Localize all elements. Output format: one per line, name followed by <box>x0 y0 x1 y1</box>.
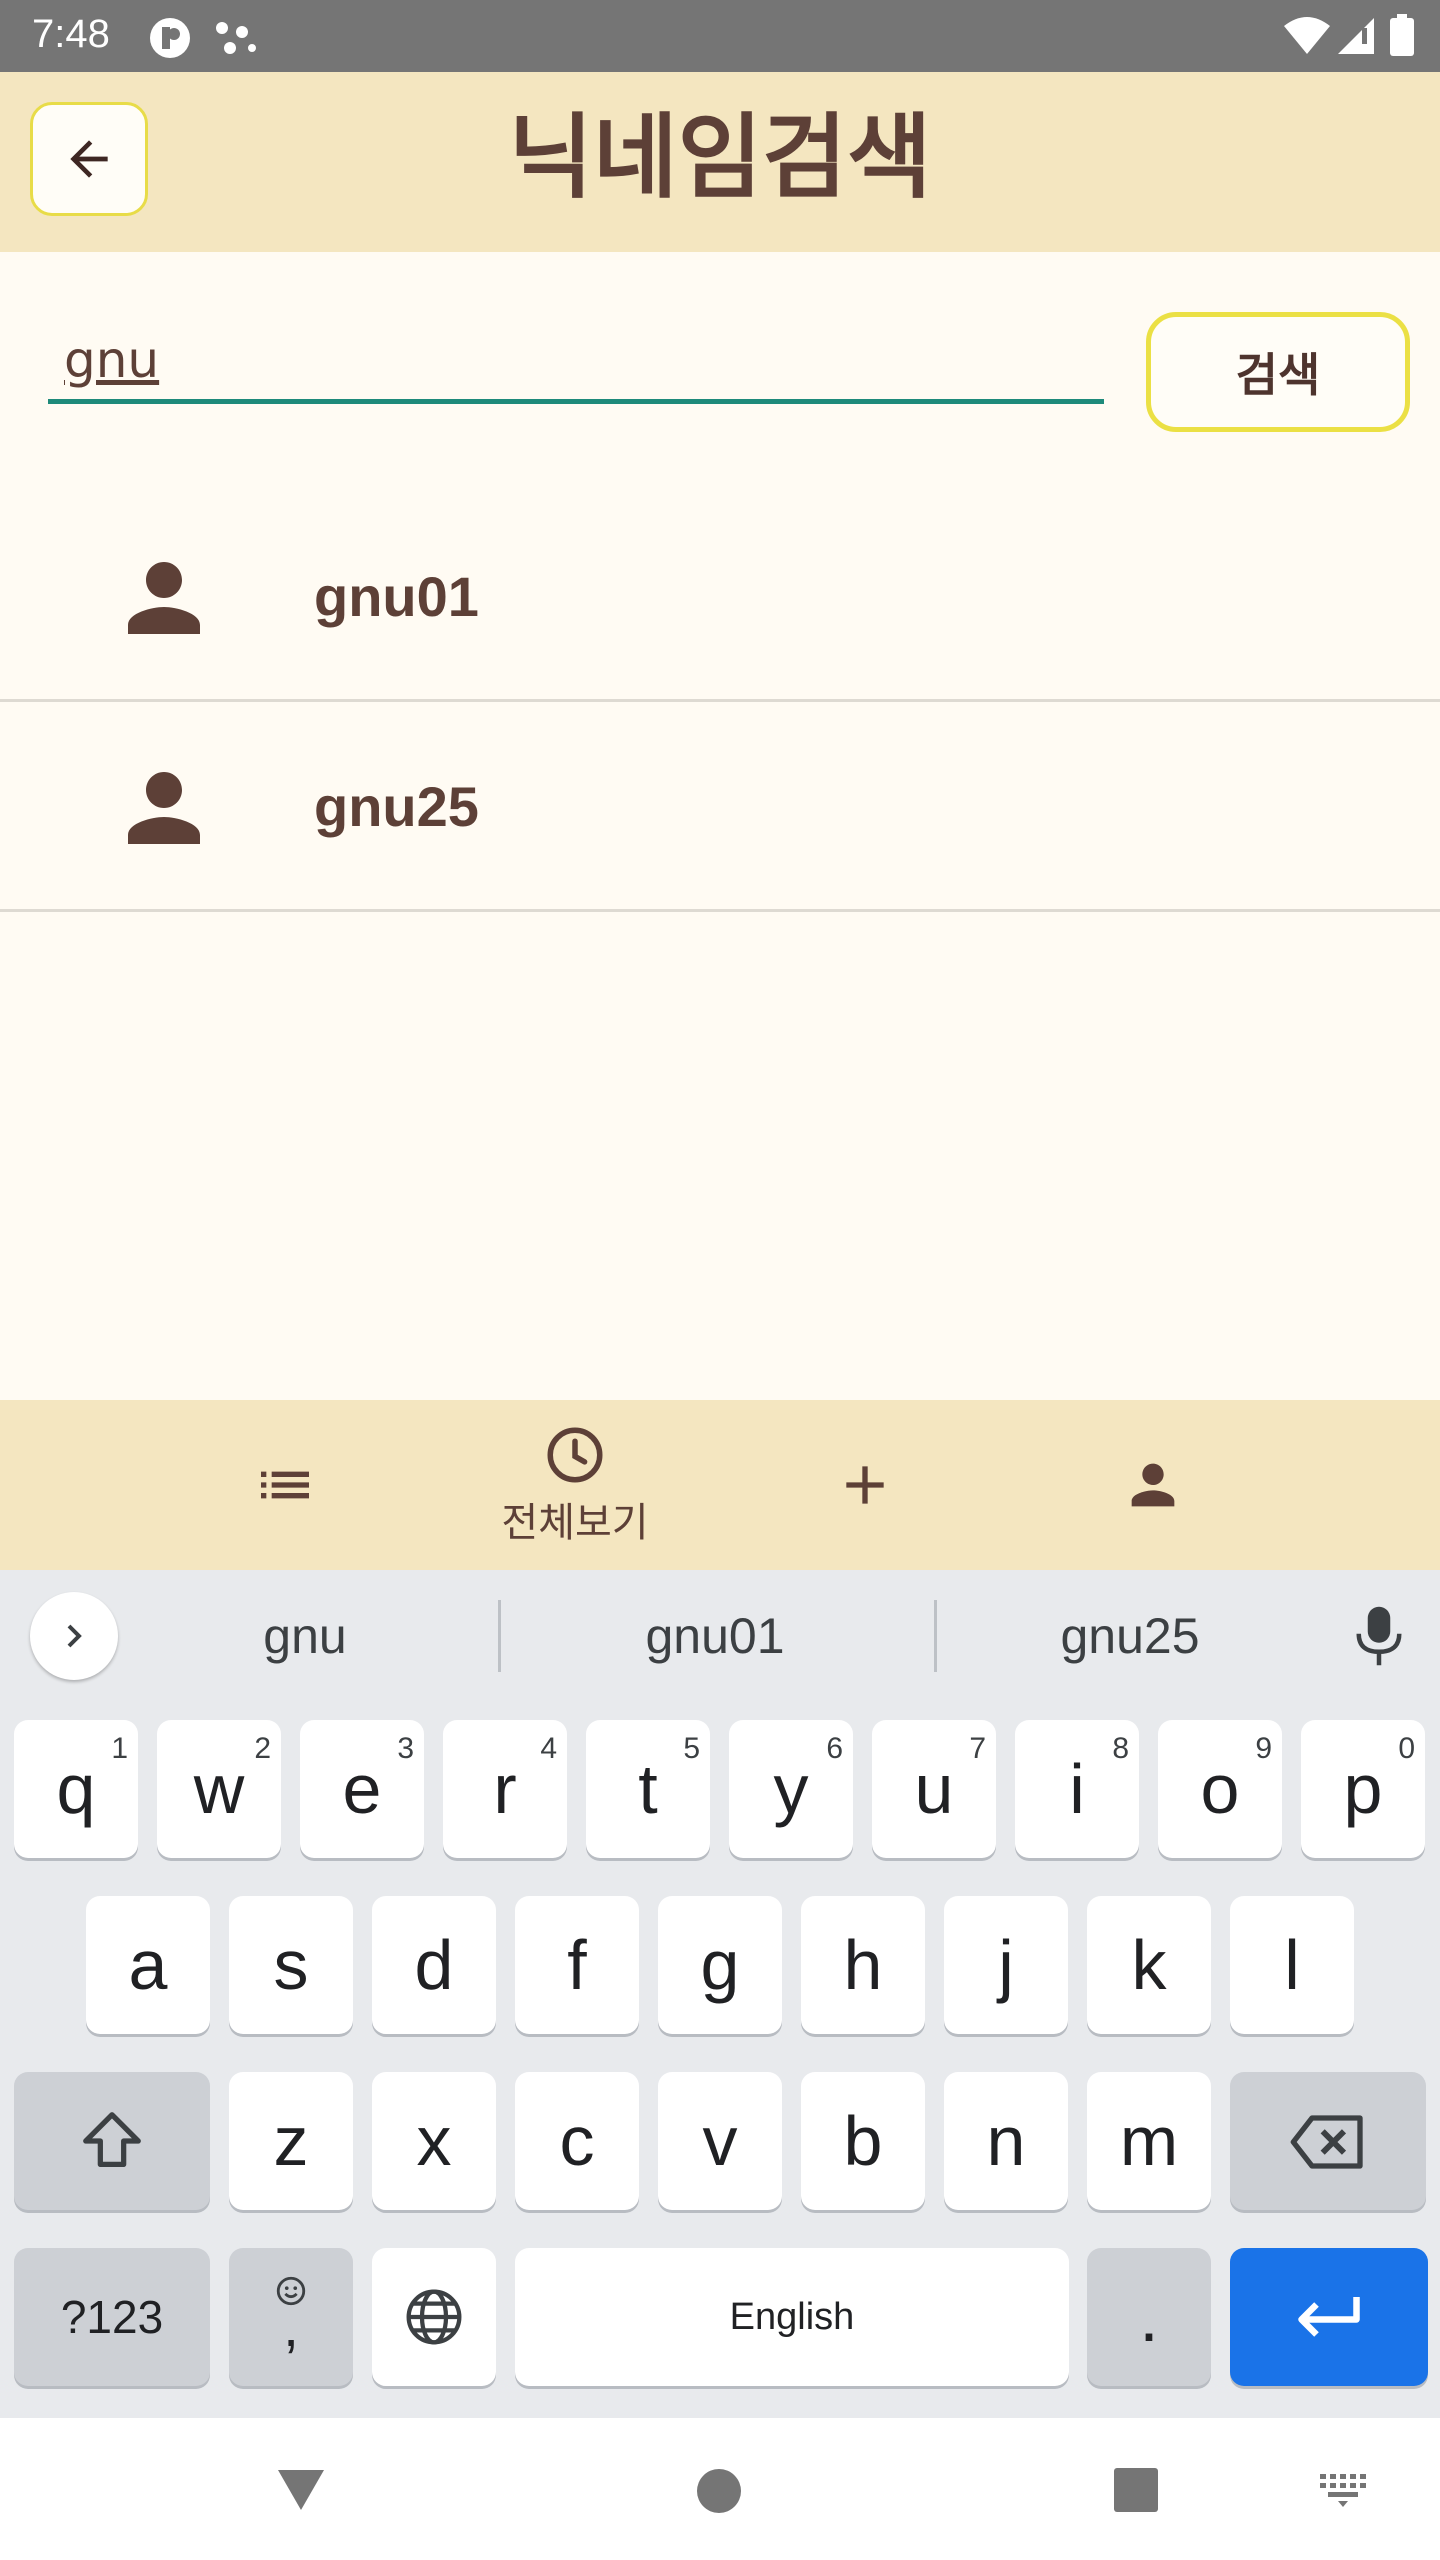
suggestions-expand-button[interactable] <box>30 1592 118 1680</box>
nav-all-label: 전체보기 <box>501 1500 649 1546</box>
key-l[interactable]: l <box>1230 1896 1354 2034</box>
key-c[interactable]: c <box>515 2072 639 2210</box>
backspace-icon <box>1290 2115 1363 2169</box>
suggestion-chip[interactable]: gnu01 <box>540 1592 890 1680</box>
key-p[interactable]: p0 <box>1301 1720 1425 1858</box>
emoji-comma-key[interactable]: , <box>229 2248 353 2386</box>
clock-icon <box>547 1427 603 1483</box>
person-icon <box>128 772 200 844</box>
person-icon <box>128 562 200 634</box>
key-x[interactable]: x <box>372 2072 496 2210</box>
key-o[interactable]: o9 <box>1158 1720 1282 1858</box>
shift-icon <box>83 2112 141 2167</box>
search-button[interactable]: 검색 <box>1146 312 1410 432</box>
key-s[interactable]: s <box>229 1896 353 2034</box>
nav-add[interactable] <box>780 1400 950 1570</box>
result-nickname: gnu01 <box>314 565 479 628</box>
back-triangle-icon[interactable] <box>276 2468 326 2512</box>
status-bar: 7:48 <box>0 0 1440 72</box>
key-y[interactable]: y6 <box>729 1720 853 1858</box>
nav-list[interactable] <box>200 1400 370 1570</box>
keyboard-switch-icon[interactable] <box>1320 2474 1370 2508</box>
language-key[interactable] <box>372 2248 496 2386</box>
key-h[interactable]: h <box>801 1896 925 2034</box>
enter-key[interactable] <box>1230 2248 1428 2386</box>
page-title: 닉네임검색 <box>508 104 932 211</box>
search-input[interactable] <box>48 320 1104 404</box>
soft-keyboard: gnu gnu01 gnu25 q1 w2 e3 r4 t5 y6 u7 i8 … <box>0 1570 1440 2418</box>
suggestion-chip[interactable]: gnu25 <box>975 1592 1285 1680</box>
person-icon <box>1131 1463 1175 1507</box>
bottom-nav: 전체보기 <box>0 1400 1440 1570</box>
key-f[interactable]: f <box>515 1896 639 2034</box>
globe-icon <box>406 2289 462 2345</box>
key-k[interactable]: k <box>1087 1896 1211 2034</box>
notification-app-icon <box>150 18 190 58</box>
enter-icon <box>1298 2297 1360 2337</box>
wifi-icon <box>1284 17 1330 54</box>
space-key[interactable]: English <box>515 2248 1069 2386</box>
key-r[interactable]: r4 <box>443 1720 567 1858</box>
key-z[interactable]: z <box>229 2072 353 2210</box>
list-item[interactable]: gnu25 <box>0 702 1440 912</box>
battery-icon <box>1390 14 1414 56</box>
period-key[interactable]: . <box>1087 2248 1211 2386</box>
home-circle-icon[interactable] <box>696 2468 742 2514</box>
key-d[interactable]: d <box>372 1896 496 2034</box>
plus-icon <box>846 1466 884 1504</box>
shift-key[interactable] <box>14 2072 210 2210</box>
mic-icon[interactable] <box>1352 1604 1406 1668</box>
suggestion-chip[interactable]: gnu <box>160 1592 450 1680</box>
nav-profile[interactable] <box>1068 1400 1238 1570</box>
result-nickname: gnu25 <box>314 775 479 838</box>
key-v[interactable]: v <box>658 2072 782 2210</box>
key-m[interactable]: m <box>1087 2072 1211 2210</box>
key-g[interactable]: g <box>658 1896 782 2034</box>
key-b[interactable]: b <box>801 2072 925 2210</box>
signal-icon <box>1338 18 1374 54</box>
key-n[interactable]: n <box>944 2072 1068 2210</box>
backspace-key[interactable] <box>1230 2072 1426 2210</box>
nav-all[interactable]: 전체보기 <box>470 1400 680 1570</box>
status-time: 7:48 <box>32 12 110 56</box>
key-i[interactable]: i8 <box>1015 1720 1139 1858</box>
key-e[interactable]: e3 <box>300 1720 424 1858</box>
key-a[interactable]: a <box>86 1896 210 2034</box>
key-t[interactable]: t5 <box>586 1720 710 1858</box>
system-nav-bar <box>0 2418 1440 2560</box>
list-icon <box>261 1471 309 1499</box>
list-item[interactable]: gnu01 <box>0 492 1440 702</box>
back-button[interactable] <box>30 102 148 216</box>
key-u[interactable]: u7 <box>872 1720 996 1858</box>
recents-square-icon[interactable] <box>1114 2468 1158 2512</box>
key-q[interactable]: q1 <box>14 1720 138 1858</box>
arrow-left-icon <box>70 140 108 178</box>
app-bar: 닉네임검색 <box>0 72 1440 252</box>
chevron-right-icon <box>67 1624 82 1648</box>
key-w[interactable]: w2 <box>157 1720 281 1858</box>
symbols-key[interactable]: ?123 <box>14 2248 210 2386</box>
dots-icon <box>216 22 256 54</box>
key-j[interactable]: j <box>944 1896 1068 2034</box>
